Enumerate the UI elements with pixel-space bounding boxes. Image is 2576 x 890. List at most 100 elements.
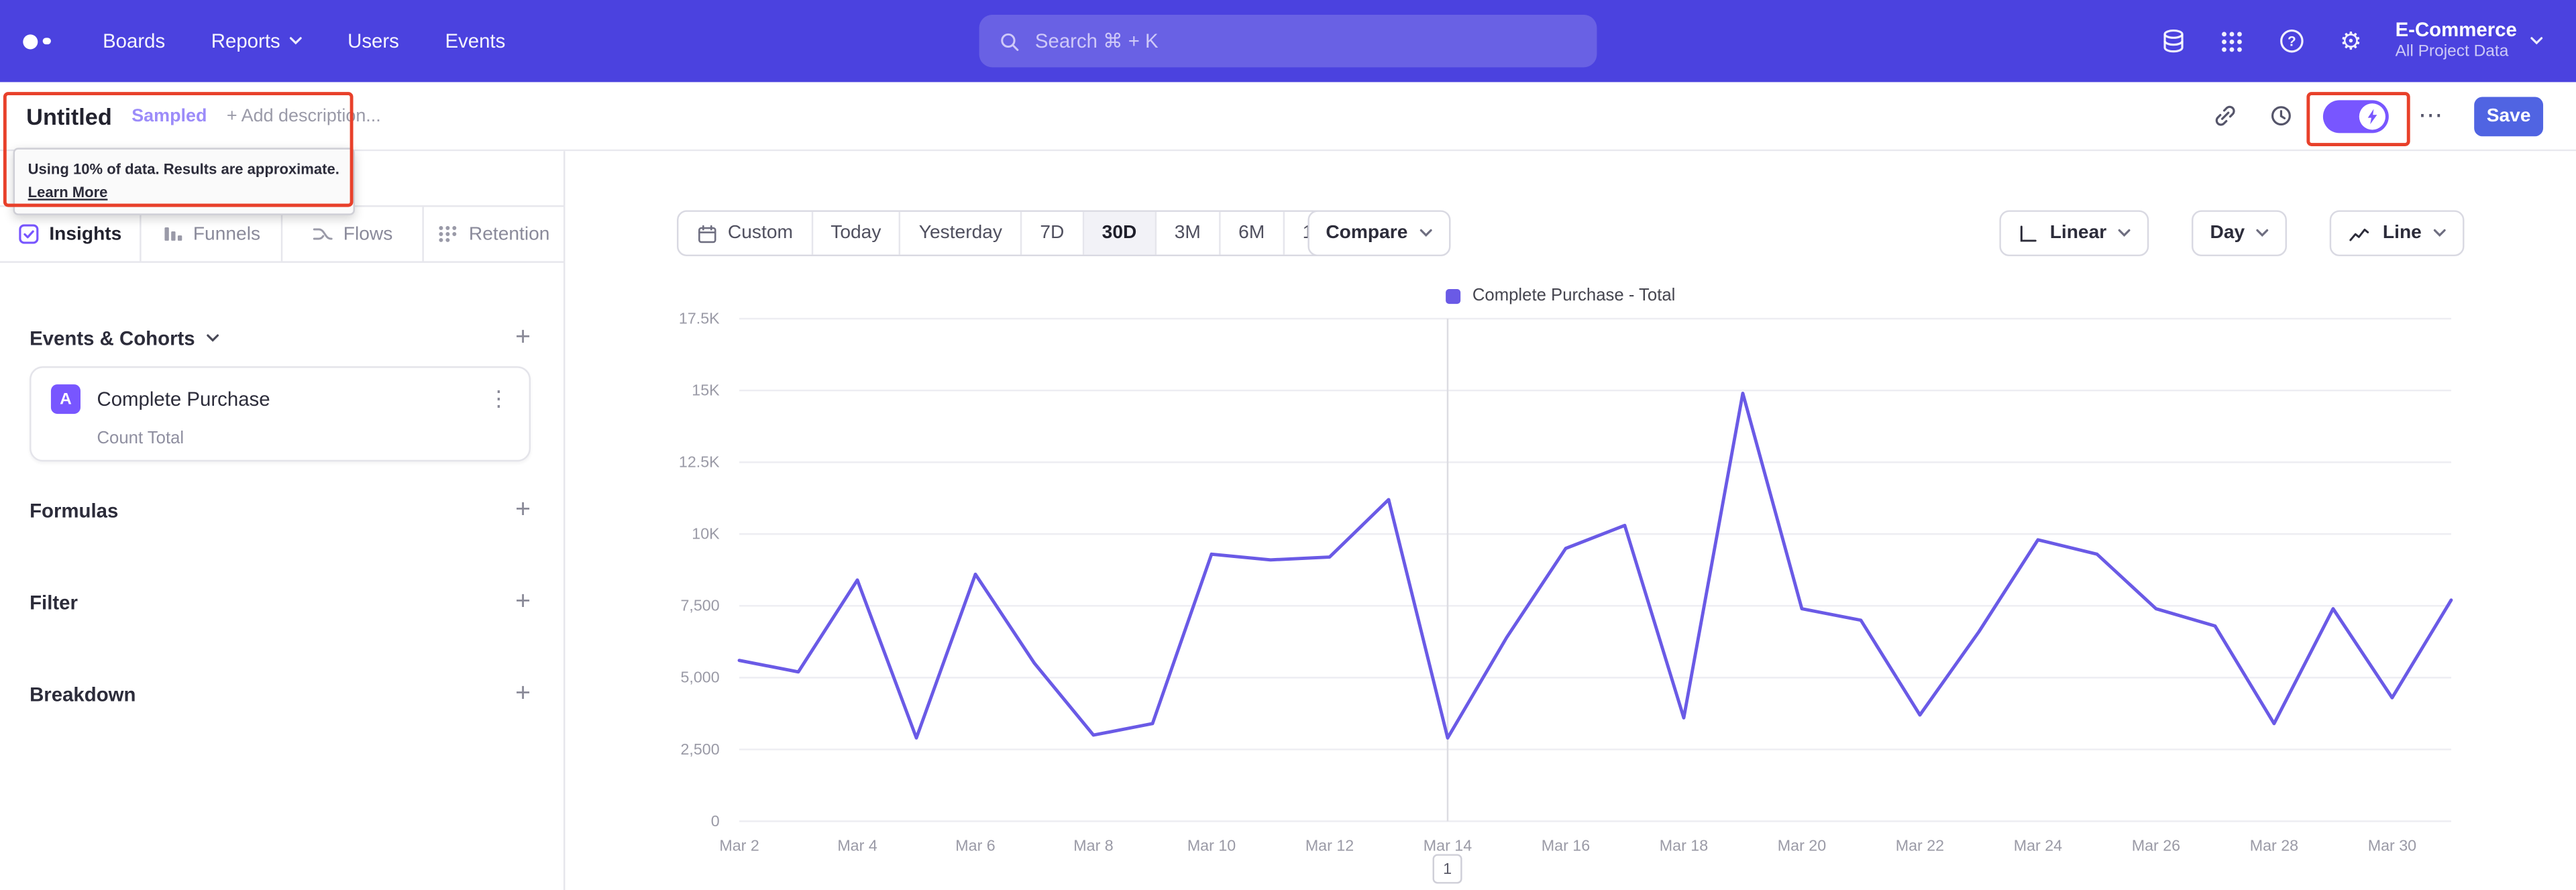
tab-retention[interactable]: Retention [424, 207, 564, 262]
svg-text:0: 0 [711, 812, 720, 830]
add-event-button[interactable]: + [515, 325, 531, 351]
more-options-icon[interactable]: ⋯ [2418, 103, 2445, 128]
svg-text:Mar 4: Mar 4 [837, 837, 877, 854]
svg-text:Mar 10: Mar 10 [1187, 837, 1236, 854]
svg-text:Mar 22: Mar 22 [1896, 837, 1944, 854]
report-canvas: Custom Today Yesterday 7D 30D 3M 6M 12M … [565, 151, 2576, 890]
range-custom[interactable]: Custom [678, 211, 813, 255]
event-card-row: A Complete Purchase ⋮ [50, 384, 509, 414]
nav-item-users[interactable]: Users [347, 30, 399, 52]
svg-text:10K: 10K [692, 525, 720, 543]
linear-axis-icon [2020, 225, 2037, 241]
add-formula-button[interactable]: + [515, 497, 531, 524]
event-menu-icon[interactable]: ⋮ [488, 388, 509, 409]
view-controls: Linear Day Line [1998, 210, 2465, 257]
filter-label: Filter [30, 591, 78, 614]
breakdown-label: Breakdown [30, 683, 136, 707]
chevron-down-icon [2433, 229, 2446, 237]
nav-item-boards[interactable]: Boards [103, 30, 165, 52]
svg-text:Mar 20: Mar 20 [1778, 837, 1826, 854]
chevron-down-icon [1419, 229, 1432, 237]
range-7d[interactable]: 7D [1022, 211, 1084, 255]
svg-text:7,500: 7,500 [680, 597, 719, 614]
range-today[interactable]: Today [812, 211, 901, 255]
report-header: Untitled Sampled + Add description... ⋯ … [0, 82, 2576, 152]
copy-link-icon[interactable] [2211, 103, 2237, 128]
chart-page-indicator[interactable]: 1 [1432, 854, 1462, 884]
flows-icon [312, 223, 333, 245]
legend-label: Complete Purchase - Total [1472, 286, 1676, 306]
sampled-badge[interactable]: Sampled [131, 106, 207, 125]
event-card[interactable]: A Complete Purchase ⋮ Count Total [30, 366, 531, 462]
svg-text:Mar 26: Mar 26 [2132, 837, 2180, 854]
retention-icon [437, 223, 459, 245]
report-actions: ⋯ Save [2211, 82, 2544, 149]
chevron-down-icon [2118, 229, 2131, 237]
lightning-icon [2367, 108, 2377, 124]
chevron-down-icon [206, 334, 219, 342]
top-nav: Boards Reports Users Events Search ⌘ + K… [0, 0, 2576, 82]
interval-selector[interactable]: Day [2192, 210, 2288, 257]
breakdown-section: Breakdown + [30, 681, 531, 708]
data-management-icon[interactable] [2159, 28, 2188, 54]
report-title[interactable]: Untitled [26, 103, 112, 129]
add-breakdown-button[interactable]: + [515, 681, 531, 708]
date-range-picker: Custom Today Yesterday 7D 30D 3M 6M 12M [676, 210, 1359, 257]
range-30d[interactable]: 30D [1083, 211, 1157, 255]
chart-area[interactable]: 0 2,500 5,000 7,500 10K 12.5K 15K 17.5K Mar 2 Mar… [641, 309, 2481, 860]
settings-gear-icon[interactable]: ⚙ [2336, 29, 2365, 54]
svg-text:5,000: 5,000 [680, 669, 719, 686]
range-6m[interactable]: 6M [1220, 211, 1285, 255]
query-sidebar: Insights Funnels Flows Retention Events … [0, 151, 566, 890]
sampling-tooltip: Using 10% of data. Results are approxima… [13, 148, 354, 215]
events-cohorts-label[interactable]: Events & Cohorts [30, 327, 219, 350]
chart-legend: Complete Purchase - Total [641, 286, 2481, 306]
formulas-label: Formulas [30, 499, 119, 522]
project-name: E-Commerce [2395, 18, 2517, 42]
event-metric[interactable]: Count Total [97, 429, 509, 448]
add-description[interactable]: + Add description... [227, 106, 381, 125]
report-title-group: Untitled Sampled + Add description... [26, 82, 381, 149]
search-placeholder: Search ⌘ + K [1034, 30, 1159, 53]
line-chart-icon [2350, 227, 2370, 241]
mixpanel-logo-icon[interactable] [23, 34, 50, 49]
filter-section: Filter + [30, 589, 531, 616]
project-switcher[interactable]: E-Commerce All Project Data [2396, 19, 2543, 64]
learn-more-link[interactable]: Learn More [28, 182, 339, 204]
sampling-toggle[interactable] [2322, 99, 2389, 133]
svg-text:Mar 8: Mar 8 [1073, 837, 1113, 854]
svg-text:Mar 6: Mar 6 [955, 837, 995, 854]
compare-button[interactable]: Compare [1307, 210, 1451, 257]
svg-text:Mar 18: Mar 18 [1660, 837, 1708, 854]
event-name[interactable]: Complete Purchase [97, 388, 471, 410]
search-input[interactable]: Search ⌘ + K [979, 15, 1597, 68]
chevron-down-icon [288, 37, 301, 45]
history-icon[interactable] [2267, 103, 2294, 128]
svg-text:Mar 30: Mar 30 [2368, 837, 2416, 854]
apps-grid-icon[interactable] [2218, 29, 2247, 54]
scale-selector[interactable]: Linear [1998, 210, 2149, 257]
add-filter-button[interactable]: + [515, 589, 531, 616]
range-3m[interactable]: 3M [1157, 211, 1221, 255]
svg-text:Mar 28: Mar 28 [2250, 837, 2298, 854]
app-root: Boards Reports Users Events Search ⌘ + K… [0, 0, 2576, 890]
sampling-tooltip-text: Using 10% of data. Results are approxima… [28, 161, 339, 178]
formulas-section: Formulas + [30, 497, 531, 524]
svg-text:Mar 2: Mar 2 [719, 837, 759, 854]
legend-swatch [1446, 288, 1461, 303]
nav-item-reports[interactable]: Reports [211, 30, 302, 52]
insights-chart: 0 2,500 5,000 7,500 10K 12.5K 15K 17.5K Mar 2 Mar… [679, 309, 2453, 854]
project-info: E-Commerce All Project Data [2396, 19, 2517, 64]
chart-type-selector[interactable]: Line [2330, 210, 2465, 257]
chevron-down-icon [2530, 37, 2543, 45]
svg-text:Mar 24: Mar 24 [2014, 837, 2062, 854]
nav-item-events[interactable]: Events [445, 30, 505, 52]
svg-text:Mar 14: Mar 14 [1424, 837, 1472, 854]
insights-check-icon [18, 223, 40, 245]
nav-right: ? ⚙ E-Commerce All Project Data [2159, 0, 2543, 82]
save-button[interactable]: Save [2474, 96, 2544, 136]
svg-text:15K: 15K [692, 382, 720, 399]
range-yesterday[interactable]: Yesterday [901, 211, 1022, 255]
calendar-icon [698, 224, 716, 242]
help-icon[interactable]: ? [2277, 28, 2306, 54]
